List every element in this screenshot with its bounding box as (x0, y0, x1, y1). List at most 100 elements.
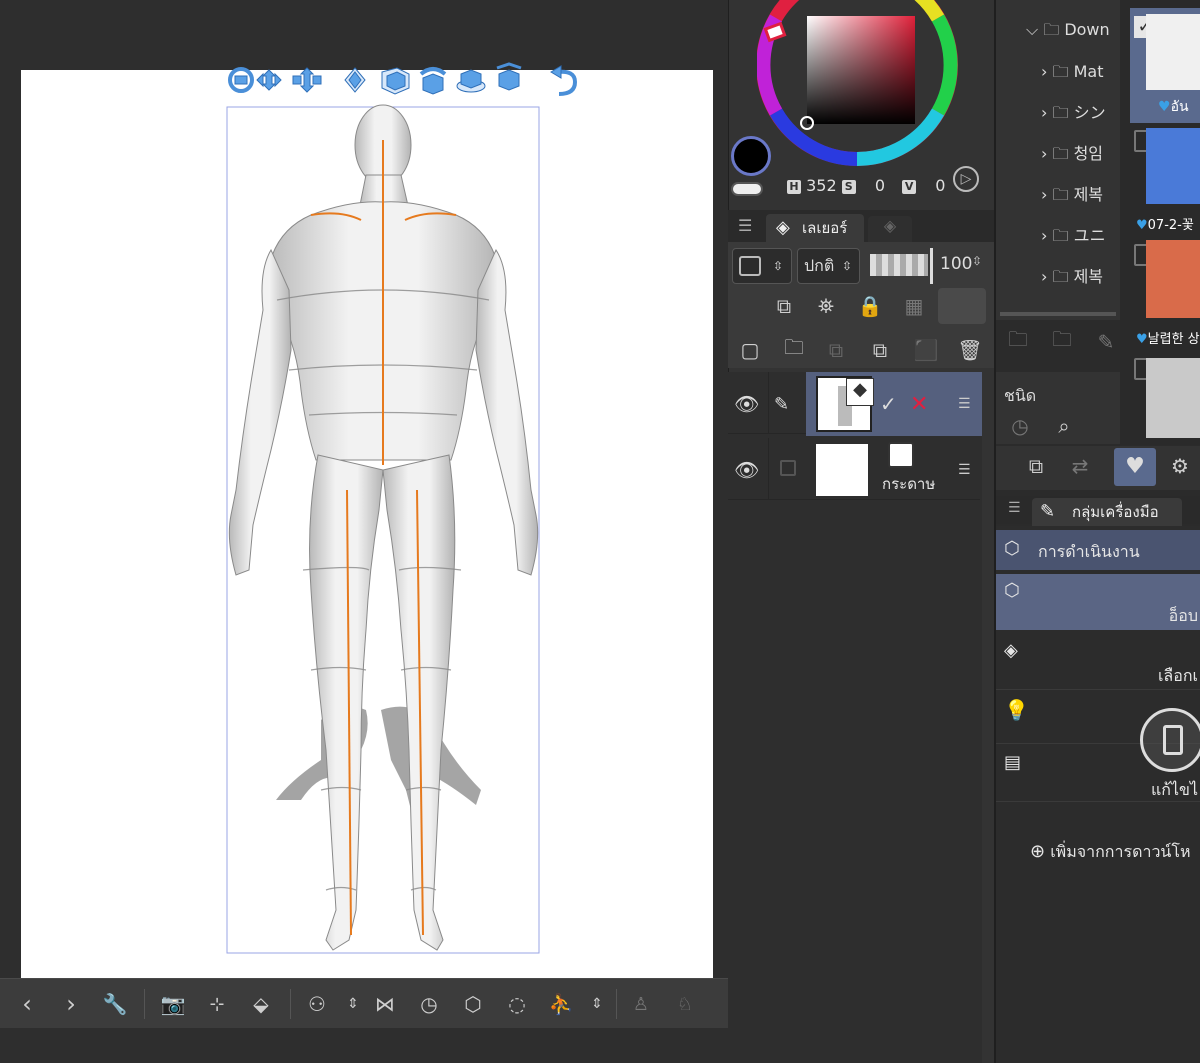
dolly-camera-icon[interactable] (292, 67, 322, 93)
tool-object[interactable]: ⬡ อ็อบ (996, 574, 1200, 630)
tab-layer[interactable]: ◈ เลเยอร์ (766, 214, 864, 242)
paste-material-icon[interactable]: ⧉ (1022, 452, 1050, 480)
3d-camera-toolbar (227, 62, 587, 98)
cube-icon[interactable]: ⬡ (456, 987, 490, 1021)
thumb-image[interactable] (1146, 14, 1200, 90)
canvas-area[interactable]: ‹ › 🔧 📷 ⊹ ⬙ ⚇ ⇕ ⋈ ◷ ⬡ ◌ ⛹ ⇕ ♙ ♘ (0, 0, 728, 1063)
transfer-down-icon[interactable]: ⧉ (822, 336, 850, 364)
canvas-paper[interactable] (21, 62, 713, 1002)
tab-tool-group[interactable]: ✎ กลุ่มเครื่องมือ (1032, 498, 1182, 526)
wrench-icon[interactable]: 🔧 (98, 987, 132, 1021)
mask-disabled-icon: ✕ (910, 392, 929, 417)
opacity-slider[interactable] (870, 254, 928, 276)
tab-other[interactable]: ◈ (868, 216, 912, 242)
folder-item[interactable]: › 🗀 シン (1041, 99, 1106, 127)
flip-icon[interactable]: ⋈ (368, 987, 402, 1021)
stepper-icon[interactable]: ⇕ (336, 987, 370, 1021)
thumb-label: ♥อัน (1158, 99, 1189, 115)
rotate-on-plane-icon[interactable] (456, 69, 486, 93)
lock-icon[interactable]: 🔒 (856, 292, 884, 320)
undo-pose-icon[interactable] (550, 65, 578, 96)
lock-transparent-icon[interactable]: ▦ (900, 292, 928, 320)
s-value: 0 (874, 176, 886, 195)
play-icon[interactable]: ▷ (953, 166, 979, 192)
eye-icon[interactable]: 👁 (734, 458, 759, 482)
folder-add-icon[interactable]: 🗀 (1004, 327, 1032, 356)
move-on-plane-icon[interactable] (496, 62, 522, 91)
transparent-color-swatch[interactable] (731, 182, 763, 196)
folder-item[interactable]: › 🗀 ユニ (1041, 222, 1106, 250)
edit-icon[interactable]: ✎ (1092, 328, 1120, 356)
pen-icon: ✎ (774, 394, 790, 415)
color-wheel[interactable] (757, 0, 967, 170)
new-folder-icon[interactable]: 🗀 (780, 335, 808, 364)
merge-down-icon[interactable]: ⧉ (866, 336, 894, 364)
mask-icon[interactable]: ⬛ (912, 336, 940, 364)
replace-material-icon[interactable]: ⇄ (1066, 452, 1094, 480)
tool-layer-select[interactable]: ◈ เลือกเ (996, 634, 1200, 690)
hsv-readout: H 352 S 0 V 0 (787, 176, 945, 195)
fit-icon[interactable]: ⊹ (200, 987, 234, 1021)
kind-label: ชนิด (1004, 386, 1037, 405)
opacity-value[interactable]: 100 (940, 254, 972, 274)
camera-icon[interactable]: 📷 (156, 987, 190, 1021)
folder-item[interactable]: › 🗀 제복 (1041, 263, 1103, 291)
folder-download[interactable]: ⌵ 🗀 Down (1026, 16, 1110, 44)
3d-figure-model[interactable] (21, 70, 713, 1002)
add-from-download[interactable]: ⊕ เพิ่มจากการดาวน์โห (1030, 840, 1191, 865)
rotate-object-icon[interactable] (381, 67, 410, 95)
chevron-updown-icon[interactable]: ⇳ (972, 254, 982, 268)
blend-icon-dropdown[interactable]: ⇳ (732, 248, 792, 284)
layer-menu-icon[interactable]: ☰ (958, 462, 971, 478)
folder-item[interactable]: › 🗀 청임 (1041, 140, 1103, 168)
thumb-image[interactable] (1146, 240, 1200, 318)
pose-icon[interactable]: ⛹ (544, 987, 578, 1021)
right-panel-column: ⌵ 🗀 Down › 🗀 Mat › 🗀 シン › 🗀 청임 › 🗀 제복 › … (994, 0, 1200, 1063)
rotate-camera-icon[interactable] (228, 67, 254, 93)
thumb-image[interactable] (1146, 128, 1200, 204)
tree-scrollbar[interactable] (1000, 312, 1116, 316)
add-model-icon[interactable]: ⚇ (300, 987, 334, 1021)
eye-icon[interactable]: 👁 (734, 392, 759, 416)
layer-select-icon: ◈ (1004, 640, 1018, 661)
trash-icon[interactable]: 🗑 (956, 336, 984, 364)
layer-row-3d[interactable]: 👁 ✎ ◆ ✓ ✕ ☰ (728, 372, 982, 436)
timer-icon[interactable]: ◷ (1006, 412, 1034, 440)
layer-checkbox[interactable] (780, 460, 796, 476)
light-bulb-icon: 💡 (1004, 698, 1029, 722)
layer-menu-icon[interactable]: ☰ (958, 396, 971, 412)
next-icon[interactable]: › (54, 987, 88, 1021)
folder-delete-icon[interactable]: 🗀 (1048, 327, 1076, 356)
tool-operation[interactable]: ⬡ การดำเนินงาน (996, 530, 1200, 570)
h-value: 352 (806, 176, 837, 195)
layer-scrollbar[interactable] (982, 372, 994, 1063)
folder-item[interactable]: › 🗀 제복 (1041, 181, 1103, 209)
main-color-swatch[interactable] (731, 136, 771, 176)
pan-camera-icon[interactable] (256, 69, 282, 91)
mannequin-icon[interactable]: ♙ (624, 987, 658, 1021)
folder-item[interactable]: › 🗀 Mat (1041, 58, 1103, 86)
search-tag-icon[interactable]: ⌕ (1050, 412, 1078, 440)
prev-icon[interactable]: ‹ (10, 987, 44, 1021)
rotate-dotted-icon[interactable]: ◌ (500, 987, 534, 1021)
layer-row-paper[interactable]: 👁 กระดาษ ☰ (728, 438, 980, 500)
settings-gear-icon[interactable]: ⚙ (1166, 452, 1194, 480)
move-xy-icon[interactable] (344, 67, 366, 93)
object-select-icon: ⬡ (1004, 580, 1020, 601)
thumb-image[interactable] (1146, 358, 1200, 438)
rotate-device-icon[interactable] (1140, 708, 1200, 772)
reference-icon[interactable]: ⛯ (812, 292, 840, 320)
blend-mode-select[interactable]: ปกติ ⇳ (797, 248, 860, 284)
favorite-heart-icon[interactable]: ♥ (1114, 448, 1156, 486)
menu-icon[interactable]: ☰ (738, 216, 752, 235)
ground-icon[interactable]: ⬙ (244, 987, 278, 1021)
rotate-horizontal-icon[interactable] (419, 67, 447, 95)
clip-icon[interactable]: ⧉ (770, 292, 798, 320)
menu-icon[interactable]: ☰ (1008, 500, 1021, 516)
clock-icon[interactable]: ◷ (412, 987, 446, 1021)
object-select-icon: ⬡ (1004, 538, 1020, 559)
mask-toggle[interactable] (938, 288, 986, 324)
stepper2-icon[interactable]: ⇕ (580, 987, 614, 1021)
new-layer-icon[interactable]: ▢ (736, 336, 764, 364)
mannequin2-icon[interactable]: ♘ (668, 987, 702, 1021)
